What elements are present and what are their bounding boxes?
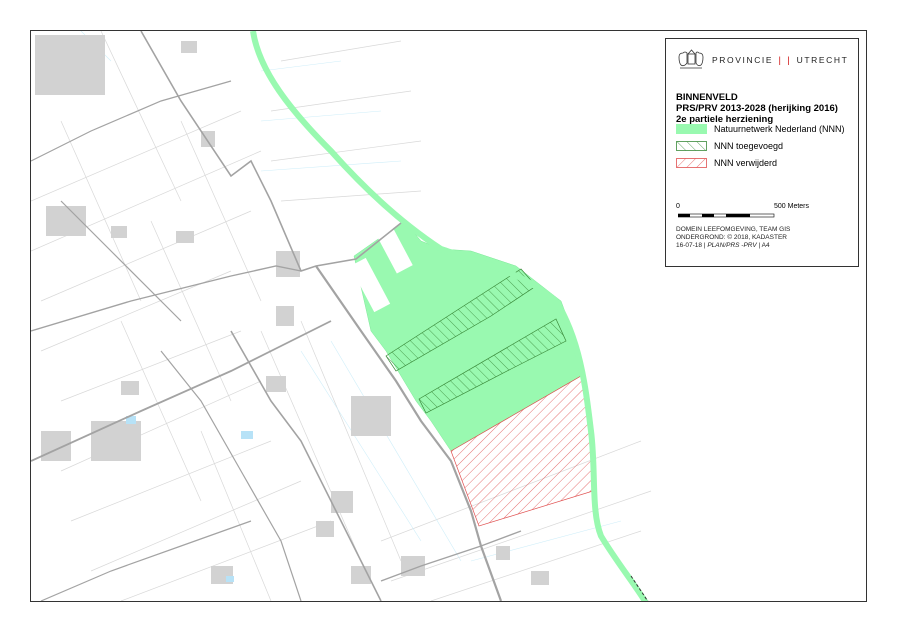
scale-end-label: 500 Meters: [774, 203, 810, 210]
legend-label-nnn: Natuurnetwerk Nederland (NNN): [714, 124, 845, 134]
province-logo: PROVINCIE ❘❘ UTRECHT: [676, 49, 848, 71]
logo-word-right: UTRECHT: [796, 54, 849, 65]
credit-date: 16-07-18: [676, 242, 703, 249]
map-credits: DOMEIN LEEFOMGEVING, TEAM GIS ONDERGROND…: [676, 226, 790, 250]
credit-file: PLAN/PRS -PRV: [707, 242, 757, 249]
title-line-2: PRS/PRV 2013-2028 (herijking 2016): [676, 103, 838, 114]
credit-format: A4: [761, 242, 770, 249]
logo-word-left: PROVINCIE: [712, 54, 774, 65]
logo-text: PROVINCIE ❘❘ UTRECHT: [712, 55, 848, 66]
map-title: BINNENVELD PRS/PRV 2013-2028 (herijking …: [676, 92, 838, 125]
legend-item-added: NNN toegevoegd: [676, 141, 783, 151]
scale-bar-graphic: [678, 213, 775, 218]
credit-line-1: DOMEIN LEEFOMGEVING, TEAM GIS: [676, 226, 791, 233]
logo-separator: ❘❘: [776, 54, 794, 65]
nnn-swatch: [676, 124, 707, 134]
removed-hatch-swatch: [676, 158, 707, 168]
water-features: [126, 416, 253, 582]
added-hatch-swatch: [676, 141, 707, 151]
coat-of-arms-icon: [678, 49, 704, 69]
scale-start-label: 0: [676, 203, 680, 210]
legend-label-removed: NNN verwijderd: [714, 158, 778, 168]
credit-line-3: 16-07-18 | PLAN/PRS -PRV | A4: [676, 242, 770, 249]
legend-item-removed: NNN verwijderd: [676, 158, 777, 168]
credit-line-2: ONDERGROND: © 2018, KADASTER: [676, 234, 787, 241]
title-line-1: BINNENVELD: [676, 92, 738, 103]
legend-label-added: NNN toegevoegd: [714, 141, 784, 151]
legend-item-nnn: Natuurnetwerk Nederland (NNN): [676, 124, 845, 134]
legend-panel: PROVINCIE ❘❘ UTRECHT BINNENVELD PRS/PRV 20…: [665, 38, 859, 267]
